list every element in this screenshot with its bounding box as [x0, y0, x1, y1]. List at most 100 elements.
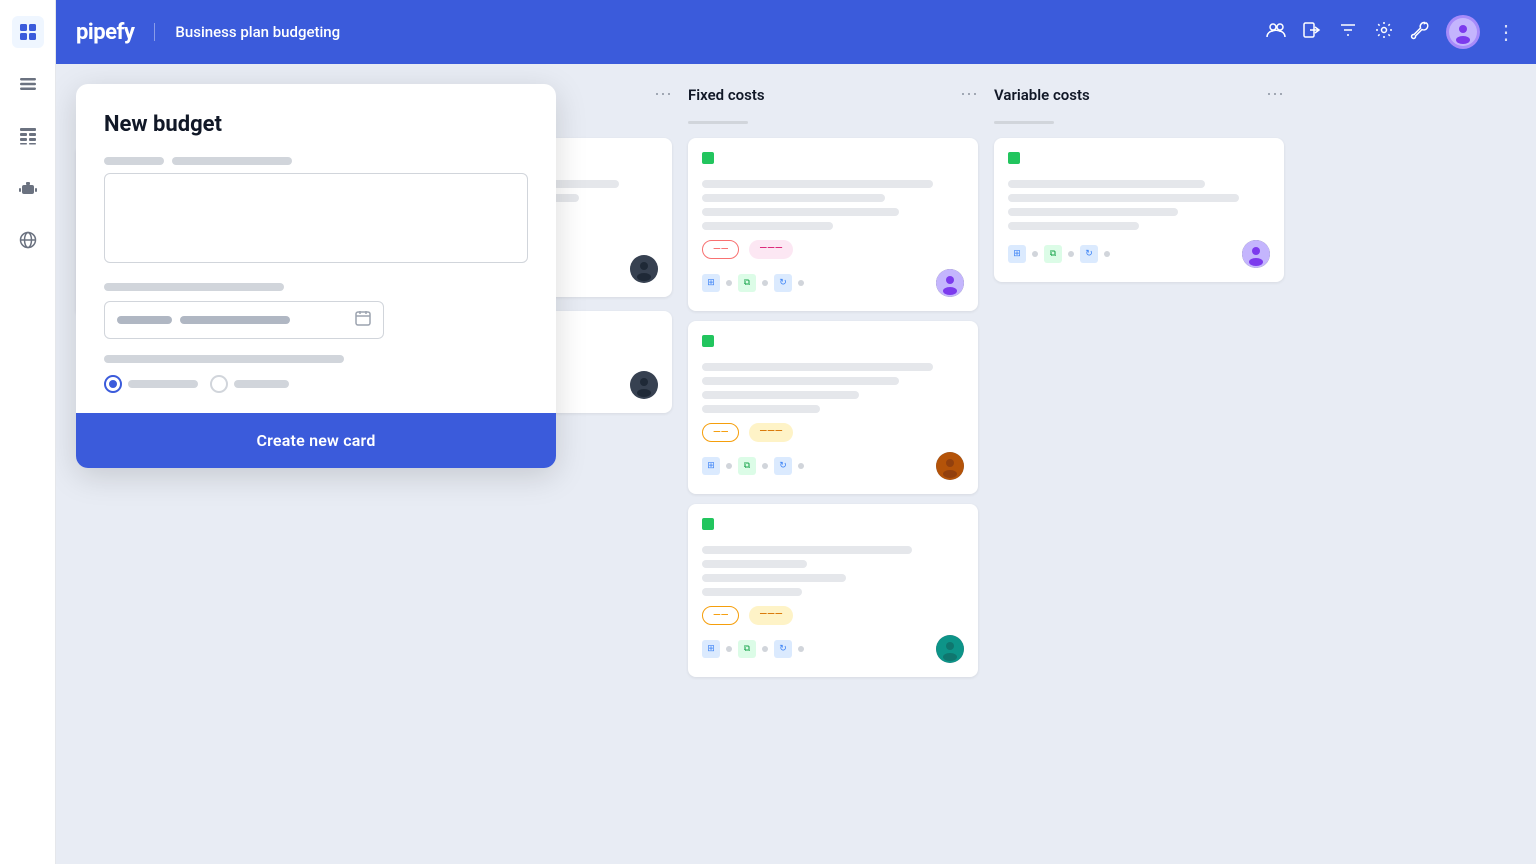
date-input[interactable] — [104, 301, 384, 339]
sidebar — [0, 0, 56, 864]
footer-dot — [1104, 251, 1110, 257]
badge-orange-light: ——— — [749, 606, 792, 625]
card-footer: ⊞ ⧉ ↻ — [702, 269, 964, 297]
wrench-icon[interactable] — [1410, 20, 1430, 45]
form-label-1 — [104, 157, 528, 165]
card-footer-icons: ⊞ ⧉ ↻ — [702, 640, 804, 658]
user-avatar[interactable] — [1446, 15, 1480, 49]
logo-text: pipefy — [76, 20, 134, 45]
footer-dot — [762, 646, 768, 652]
column-title-fixed: Fixed costs — [688, 86, 952, 104]
settings-icon[interactable] — [1374, 20, 1394, 45]
card-action-icon[interactable]: ⧉ — [738, 457, 756, 475]
column-underline-variable — [994, 121, 1054, 124]
card-footer-icons: ⊞ ⧉ ↻ — [702, 457, 804, 475]
card-action-icon[interactable]: ↻ — [774, 640, 792, 658]
column-variable-costs: Variable costs ⋯ ⊞ ⧉ — [994, 84, 1284, 844]
column-underline-fixed — [688, 121, 748, 124]
badge-orange: —— — [702, 423, 739, 442]
column-more-fixed[interactable]: ⋯ — [960, 84, 978, 105]
card-action-icon[interactable]: ↻ — [1080, 245, 1098, 263]
card-lines: —— ——— — [702, 180, 964, 259]
card-action-icon[interactable]: ⊞ — [702, 457, 720, 475]
sidebar-icon-bot[interactable] — [12, 172, 44, 204]
column-more-revenue[interactable]: ⋯ — [654, 84, 672, 105]
tag-green — [702, 152, 714, 164]
column-title-variable: Variable costs — [994, 86, 1258, 104]
card-footer: ⊞ ⧉ ↻ — [702, 635, 964, 663]
card-action-icon[interactable]: ↻ — [774, 274, 792, 292]
create-card-label: Create new card — [104, 431, 528, 450]
column-more-variable[interactable]: ⋯ — [1266, 84, 1284, 105]
card-lines: —— ——— — [702, 546, 964, 625]
card-fc-2[interactable]: —— ——— ⊞ ⧉ ↻ — [688, 321, 978, 494]
login-icon[interactable] — [1302, 20, 1322, 45]
date-pill-2 — [180, 316, 290, 324]
footer-dot — [1032, 251, 1038, 257]
sidebar-icon-grid[interactable] — [12, 16, 44, 48]
footer-dot — [1068, 251, 1074, 257]
footer-dot — [762, 280, 768, 286]
radio-label-pill-1 — [128, 380, 198, 388]
card-action-icon[interactable]: ⧉ — [738, 274, 756, 292]
footer-dot — [798, 280, 804, 286]
card-vc-1[interactable]: ⊞ ⧉ ↻ — [994, 138, 1284, 282]
create-card-button[interactable]: Create new card — [76, 413, 556, 468]
calendar-icon[interactable] — [355, 310, 371, 330]
card-lines: —— ——— — [702, 363, 964, 442]
radio-option-2[interactable] — [210, 375, 289, 393]
radio-option-1[interactable] — [104, 375, 198, 393]
more-icon[interactable]: ⋮ — [1496, 20, 1516, 44]
footer-dot — [798, 646, 804, 652]
main-area: pipefy Business plan budgeting — [56, 0, 1536, 864]
sidebar-icon-table[interactable] — [12, 120, 44, 152]
people-icon[interactable] — [1266, 20, 1286, 45]
badge-pink-light: ——— — [749, 240, 792, 259]
radio-label-pill-2 — [234, 380, 289, 388]
card-avatar — [936, 452, 964, 480]
logo: pipefy — [76, 20, 134, 45]
new-card-form: New budget — [76, 84, 556, 468]
card-avatar — [630, 255, 658, 283]
sidebar-icon-list[interactable] — [12, 68, 44, 100]
radio-label — [104, 355, 344, 363]
card-footer: ⊞ ⧉ ↻ — [1008, 240, 1270, 268]
badge-orange-light: ——— — [749, 423, 792, 442]
card-fc-1[interactable]: —— ——— ⊞ ⧉ ↻ — [688, 138, 978, 311]
sidebar-icon-globe[interactable] — [12, 224, 44, 256]
app-header: pipefy Business plan budgeting — [56, 0, 1536, 64]
column-header-variable: Variable costs ⋯ — [994, 84, 1284, 111]
label-pill-1 — [104, 157, 164, 165]
card-footer-icons: ⊞ ⧉ ↻ — [702, 274, 804, 292]
card-action-icon[interactable]: ⧉ — [738, 640, 756, 658]
column-fixed-costs: Fixed costs ⋯ —— ——— — [688, 84, 978, 844]
card-action-icon[interactable]: ⊞ — [702, 274, 720, 292]
filter-icon[interactable] — [1338, 20, 1358, 45]
form-body: New budget — [76, 84, 556, 413]
column-header-fixed: Fixed costs ⋯ — [688, 84, 978, 111]
badge-row: —— ——— — [702, 606, 964, 625]
footer-dot — [762, 463, 768, 469]
date-label — [104, 283, 284, 291]
badge-pink: —— — [702, 240, 739, 259]
badge-orange: —— — [702, 606, 739, 625]
card-action-icon[interactable]: ⧉ — [1044, 245, 1062, 263]
card-avatar — [1242, 240, 1270, 268]
form-title: New budget — [104, 112, 528, 137]
card-fc-3[interactable]: —— ——— ⊞ ⧉ ↻ — [688, 504, 978, 677]
card-avatar — [936, 269, 964, 297]
badge-row: —— ——— — [702, 423, 964, 442]
label-pill-2 — [172, 157, 292, 165]
date-pill-1 — [117, 316, 172, 324]
footer-dot — [726, 280, 732, 286]
radio-row — [104, 375, 528, 393]
radio-unchecked[interactable] — [210, 375, 228, 393]
radio-checked[interactable] — [104, 375, 122, 393]
card-title-input[interactable] — [104, 173, 528, 263]
card-avatar — [630, 371, 658, 399]
tag-green — [702, 335, 714, 347]
page-title: Business plan budgeting — [154, 23, 340, 41]
card-action-icon[interactable]: ⊞ — [702, 640, 720, 658]
card-action-icon[interactable]: ⊞ — [1008, 245, 1026, 263]
card-action-icon[interactable]: ↻ — [774, 457, 792, 475]
